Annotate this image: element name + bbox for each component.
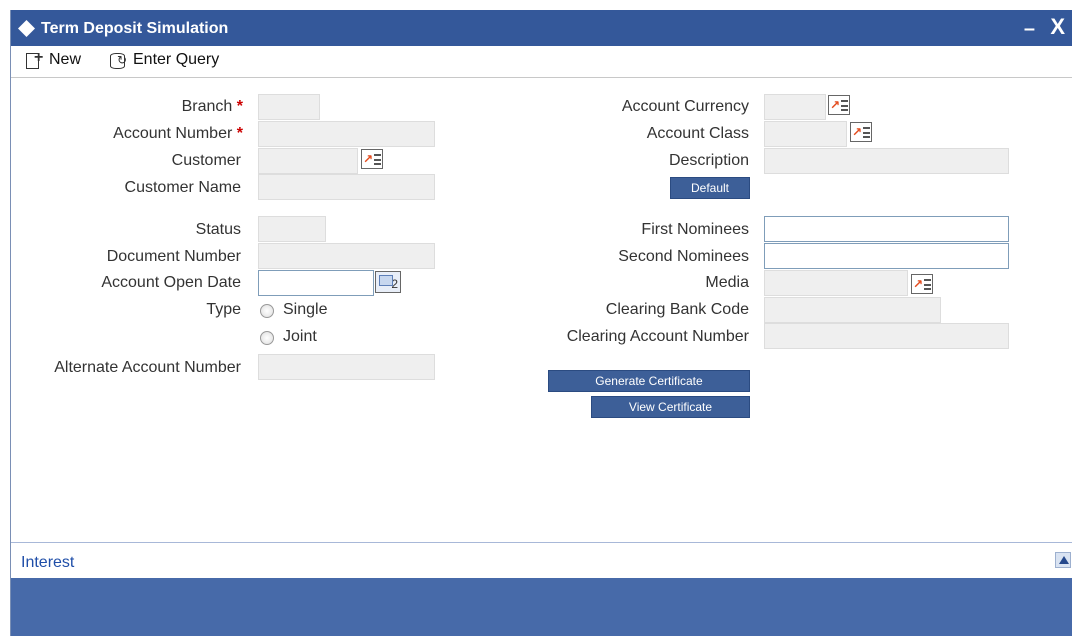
type-joint-label: Joint — [283, 328, 317, 345]
alternate-account-number-label: Alternate Account Number — [54, 359, 241, 376]
tab-interest[interactable]: Interest — [21, 554, 74, 572]
type-single-radio[interactable] — [260, 304, 274, 318]
account-class-lov-button[interactable]: ↗ — [850, 122, 872, 142]
new-button[interactable]: New — [25, 49, 82, 69]
document-number-label: Document Number — [106, 248, 241, 265]
status-field[interactable] — [258, 216, 326, 242]
media-label: Media — [705, 274, 749, 291]
document-number-field[interactable] — [258, 243, 435, 269]
type-single-label: Single — [283, 301, 328, 318]
type-label: Type — [206, 301, 241, 318]
new-label: New — [49, 51, 82, 68]
generate-certificate-button[interactable]: Generate Certificate — [548, 370, 750, 392]
clearing-bank-code-label: Clearing Bank Code — [605, 301, 749, 318]
media-field[interactable] — [764, 270, 908, 296]
calendar-icon[interactable]: 2 — [375, 271, 401, 293]
view-certificate-button[interactable]: View Certificate — [591, 396, 750, 418]
description-field[interactable] — [764, 148, 1009, 174]
account-open-date-field[interactable] — [258, 270, 374, 296]
second-nominees-label: Second Nominees — [618, 248, 749, 265]
required-marker: * — [236, 125, 243, 142]
toolbar: New Enter Query — [11, 46, 1072, 78]
branch-label: Branch * — [181, 98, 243, 115]
term-deposit-window: Term Deposit Simulation – X New Enter Qu… — [10, 10, 1072, 636]
account-open-date-label: Account Open Date — [101, 274, 241, 291]
window-title: Term Deposit Simulation — [41, 20, 229, 37]
account-number-label: Account Number * — [113, 125, 243, 142]
media-lov-button[interactable]: ↗ — [911, 274, 933, 294]
close-button[interactable]: X — [1050, 14, 1065, 40]
section-divider — [11, 542, 1072, 543]
diamond-icon — [18, 20, 35, 37]
customer-name-field[interactable] — [258, 174, 435, 200]
account-currency-lov-button[interactable]: ↗ — [828, 95, 850, 115]
new-document-icon — [25, 49, 43, 69]
account-number-field[interactable] — [258, 121, 435, 147]
title-bar: Term Deposit Simulation – X — [11, 10, 1072, 46]
first-nominees-field[interactable] — [764, 216, 1009, 242]
customer-name-label: Customer Name — [124, 179, 241, 196]
account-currency-field[interactable] — [764, 94, 826, 120]
scroll-up-button[interactable] — [1055, 552, 1071, 568]
enter-query-button[interactable]: Enter Query — [109, 51, 219, 69]
footer-bar — [11, 578, 1072, 636]
customer-lov-button[interactable]: ↗ — [361, 149, 383, 169]
minimize-button[interactable]: – — [1024, 18, 1035, 41]
clearing-account-number-field[interactable] — [764, 323, 1009, 349]
first-nominees-label: First Nominees — [641, 221, 749, 238]
clearing-bank-code-field[interactable] — [764, 297, 941, 323]
type-joint-radio[interactable] — [260, 331, 274, 345]
status-label: Status — [195, 221, 241, 238]
required-marker: * — [236, 98, 243, 115]
default-button[interactable]: Default — [670, 177, 750, 199]
customer-field[interactable] — [258, 148, 358, 174]
list-of-values-icon: ↗ — [851, 125, 863, 139]
list-of-values-icon: ↗ — [362, 152, 374, 166]
description-label: Description — [668, 152, 749, 169]
second-nominees-field[interactable] — [764, 243, 1009, 269]
branch-field[interactable] — [258, 94, 320, 120]
customer-label: Customer — [171, 152, 241, 169]
list-of-values-icon: ↗ — [829, 98, 841, 112]
enter-query-label: Enter Query — [133, 51, 220, 68]
clearing-account-number-label: Clearing Account Number — [566, 328, 749, 345]
query-icon — [109, 52, 127, 69]
list-of-values-icon: ↗ — [912, 277, 924, 291]
alternate-account-number-field[interactable] — [258, 354, 435, 380]
account-class-field[interactable] — [764, 121, 847, 147]
account-class-label: Account Class — [646, 125, 749, 142]
account-currency-label: Account Currency — [621, 98, 749, 115]
